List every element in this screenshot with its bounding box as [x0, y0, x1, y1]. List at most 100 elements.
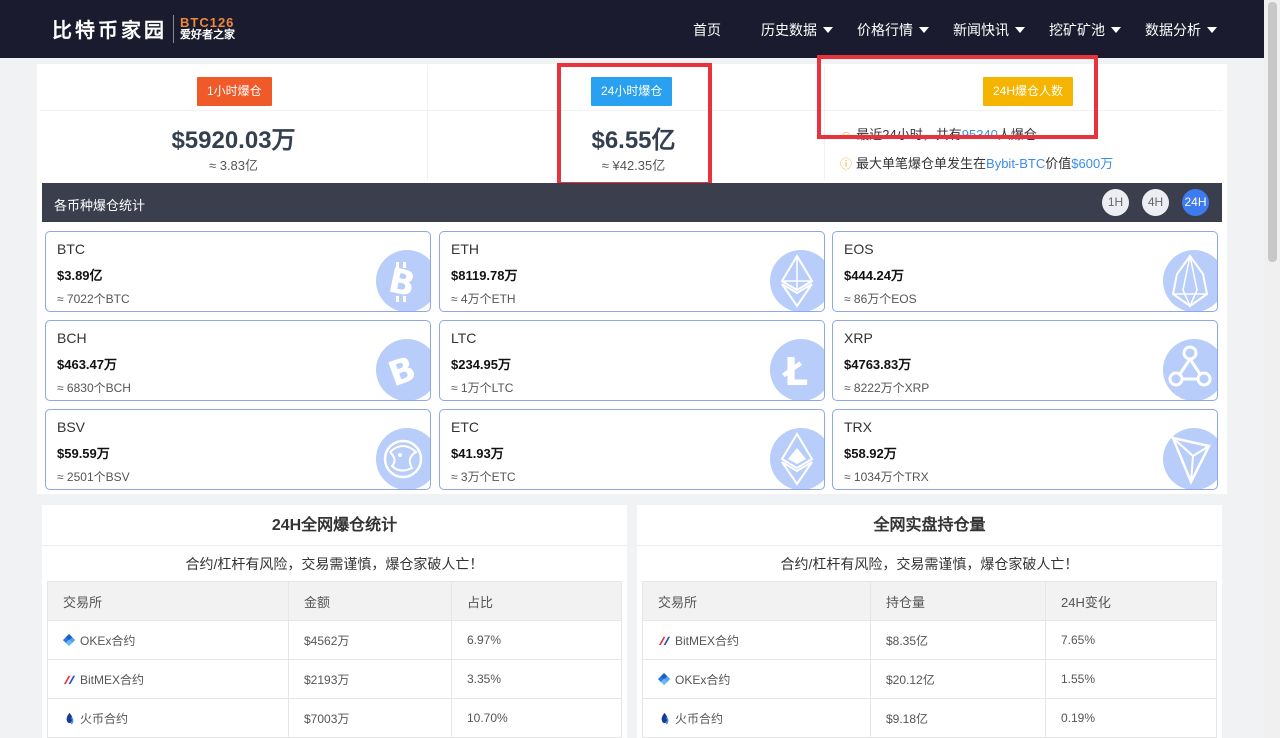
exchange-cell: OKEx合约 — [642, 659, 871, 699]
timeframe-4h-button[interactable]: 4H — [1142, 189, 1169, 216]
coin-symbol: BSV — [57, 419, 86, 435]
exchange-cell: 火币合约 — [47, 698, 289, 738]
largest-amount-link[interactable]: $600万 — [1071, 156, 1113, 171]
coin-stats-header: 各币种爆仓统计 1H 4H 24H — [42, 183, 1222, 222]
bitcoin-cash-icon: B — [376, 339, 430, 400]
column-header[interactable]: 交易所 — [642, 581, 871, 621]
nav-news-flash[interactable]: 新闻快讯 — [953, 20, 1025, 40]
logo-slogan: 爱好者之家 — [180, 28, 235, 41]
column-header[interactable]: 24H变化 — [1045, 581, 1217, 621]
table-row[interactable]: 火币合约 $7003万 10.70% — [47, 698, 622, 738]
ratio-cell: 7.65% — [1045, 620, 1217, 660]
stat-1h-sub: ≈ 3.83亿 — [208, 158, 259, 173]
risk-warning: 合约/杠杆有风险，交易需谨慎，爆仓家破人亡！ — [185, 556, 484, 572]
scrollbar-thumb[interactable] — [1268, 2, 1277, 262]
largest-line-mid: 价值 — [1045, 156, 1072, 171]
nav-home[interactable]: 首页 — [693, 20, 721, 40]
table-header-row: 交易所 金额 占比 — [47, 581, 622, 621]
ratio-cell: 0.19% — [1045, 698, 1217, 738]
table-row[interactable]: BitMEX合约 $2193万 3.35% — [47, 659, 622, 699]
column-header[interactable]: 占比 — [451, 581, 622, 621]
table-header-row: 交易所 持仓量 24H变化 — [642, 581, 1217, 621]
svg-text:B: B — [385, 261, 419, 306]
nav-history-label: 历史数据 — [761, 22, 817, 38]
coin-card-xrp[interactable]: XRP $4763.83万 ≈ 8222万个XRP — [832, 320, 1218, 401]
coin-symbol: BCH — [57, 330, 87, 346]
column-header[interactable]: 持仓量 — [870, 581, 1046, 621]
okex-icon — [658, 672, 671, 685]
coin-sub: ≈ 4万个ETH — [451, 292, 516, 306]
ethereum-classic-icon — [770, 428, 824, 489]
exchange-name: OKEx合约 — [80, 633, 136, 648]
column-header[interactable]: 交易所 — [47, 581, 289, 621]
timeframe-1h-button[interactable]: 1H — [1102, 189, 1129, 216]
svg-text:Ł: Ł — [782, 350, 808, 394]
risk-warning: 合约/杠杆有风险，交易需谨慎，爆仓家破人亡！ — [780, 556, 1079, 572]
ratio-cell: 10.70% — [451, 698, 622, 738]
amount-cell: $8.35亿 — [870, 620, 1046, 660]
amount-cell: $20.12亿 — [870, 659, 1046, 699]
largest-exchange-link[interactable]: Bybit-BTC — [986, 156, 1045, 171]
nav-mining-pool[interactable]: 挖矿矿池 — [1049, 20, 1121, 40]
coin-card-bch[interactable]: BCH $463.47万 ≈ 6830个BCH B — [45, 320, 431, 401]
table-row[interactable]: BitMEX合约 $8.35亿 7.65% — [642, 620, 1217, 660]
timeframe-24h-button[interactable]: 24H — [1182, 189, 1209, 216]
coin-card-btc[interactable]: BTC $3.89亿 ≈ 7022个BTC B — [45, 231, 431, 312]
coin-value: $234.95万 — [451, 357, 511, 372]
chevron-down-icon — [1015, 27, 1025, 33]
tron-icon — [1163, 428, 1217, 489]
logo-code: BTC126 — [180, 14, 235, 30]
exchange-cell: BitMEX合约 — [642, 620, 871, 660]
largest-line-prefix: 最大单笔爆仓单发生在 — [856, 156, 987, 171]
coin-value: $4763.83万 — [844, 357, 912, 372]
coin-symbol: TRX — [844, 419, 872, 435]
nav-news-label: 新闻快讯 — [953, 22, 1009, 38]
exchange-name: 火币合约 — [675, 711, 724, 726]
coin-card-etc[interactable]: ETC $41.93万 ≈ 3万个ETC — [439, 409, 825, 490]
stat-1h-value: $5920.03万 — [171, 127, 296, 154]
coin-sub: ≈ 2501个BSV — [57, 470, 130, 484]
chevron-down-icon — [823, 27, 833, 33]
amount-cell: $7003万 — [288, 698, 452, 738]
ratio-cell: 3.35% — [451, 659, 622, 699]
coin-sub: ≈ 1034万个TRX — [844, 470, 929, 484]
panel-title: 24H全网爆仓统计 — [42, 505, 627, 546]
column-header[interactable]: 金额 — [288, 581, 452, 621]
table-row[interactable]: OKEx合约 $20.12亿 1.55% — [642, 659, 1217, 699]
coin-sub: ≈ 86万个EOS — [844, 292, 917, 306]
coin-sub: ≈ 7022个BTC — [57, 292, 130, 306]
logo-divider — [173, 14, 174, 43]
coin-value: $59.59万 — [57, 446, 110, 461]
nav-history-data[interactable]: 历史数据 — [761, 20, 833, 40]
huobi-icon — [66, 712, 74, 724]
svg-text:B: B — [383, 349, 421, 395]
liquidation-table: 交易所 金额 占比 OKEx合约 $4562万 6.97% BitMEX合约 $… — [47, 581, 622, 738]
table-row[interactable]: OKEx合约 $4562万 6.97% — [47, 620, 622, 660]
exchange-name: OKEx合约 — [675, 672, 731, 687]
coin-card-eth[interactable]: ETH $8119.78万 ≈ 4万个ETH — [439, 231, 825, 312]
table-row[interactable]: 火币合约 $9.18亿 0.19% — [642, 698, 1217, 738]
site-logo[interactable]: 比特币家园 BTC126 爱好者之家 — [52, 14, 235, 43]
coin-card-trx[interactable]: TRX $58.92万 ≈ 1034万个TRX — [832, 409, 1218, 490]
ratio-cell: 6.97% — [451, 620, 622, 660]
nav-price-market[interactable]: 价格行情 — [857, 20, 929, 40]
coin-card-ltc[interactable]: LTC $234.95万 ≈ 1万个LTC Ł — [439, 320, 825, 401]
exchange-name: BitMEX合约 — [80, 672, 145, 687]
nav-data-analysis[interactable]: 数据分析 — [1145, 20, 1217, 40]
coin-symbol: ETC — [451, 419, 479, 435]
bsv-dragon-icon — [376, 428, 430, 489]
coin-value: $463.47万 — [57, 357, 117, 372]
highlight-box-24h — [557, 63, 712, 186]
coin-value: $3.89亿 — [57, 268, 103, 283]
nav-home-label: 首页 — [693, 22, 721, 38]
exchange-cell: 火币合约 — [642, 698, 871, 738]
page-scrollbar[interactable] — [1264, 0, 1280, 738]
coin-card-eos[interactable]: EOS $444.24万 ≈ 86万个EOS — [832, 231, 1218, 312]
chevron-down-icon — [1207, 27, 1217, 33]
badge-1h-liquidation[interactable]: 1小时爆仓 — [197, 77, 272, 106]
coin-card-bsv[interactable]: BSV $59.59万 ≈ 2501个BSV — [45, 409, 431, 490]
coin-symbol: EOS — [844, 241, 874, 257]
panel-title: 全网实盘持仓量 — [637, 505, 1222, 546]
ethereum-icon — [770, 250, 824, 311]
okex-icon — [63, 633, 76, 646]
